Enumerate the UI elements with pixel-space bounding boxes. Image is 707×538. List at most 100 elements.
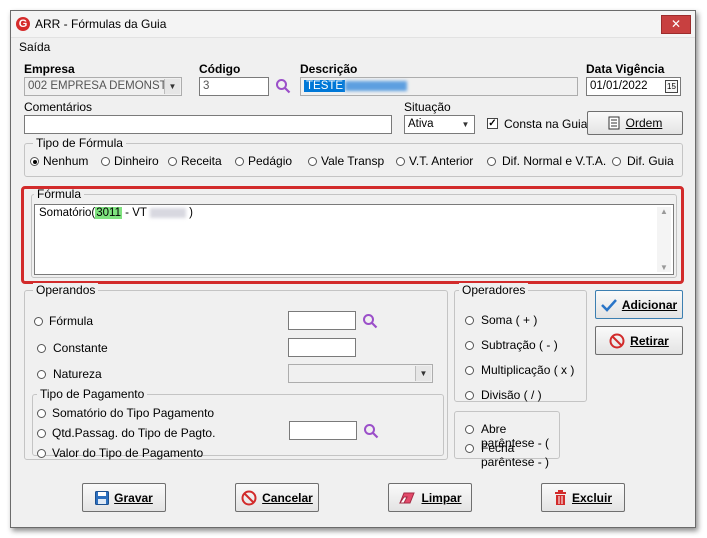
excluir-button[interactable]: Excluir <box>541 483 625 512</box>
operando-constante-input[interactable] <box>288 338 356 357</box>
option-dif-normal[interactable]: Dif. Normal e V.T.A. <box>502 154 606 168</box>
gravar-button[interactable]: Gravar <box>82 483 166 512</box>
data-vigencia-label: Data Vigência <box>586 62 665 76</box>
radio-constante[interactable] <box>37 344 46 353</box>
radio-fecha-parentese[interactable] <box>465 444 474 453</box>
cancel-icon <box>241 490 257 505</box>
ordem-label: Ordem <box>625 116 663 130</box>
save-icon <box>95 490 110 505</box>
operador-subtracao[interactable]: Subtração ( - ) <box>481 338 558 352</box>
consta-label: Consta na Guia <box>504 117 588 131</box>
operador-multiplicacao[interactable]: Multiplicação ( x ) <box>481 363 574 377</box>
codigo-input[interactable]: 3 <box>199 77 269 96</box>
situacao-value: Ativa <box>408 118 434 130</box>
operando-natureza-select[interactable]: ▼ <box>288 364 433 383</box>
trash-icon <box>554 490 566 505</box>
option-pedagio[interactable]: Pedágio <box>248 154 292 168</box>
radio-vt-anterior[interactable] <box>396 157 405 166</box>
app-logo-icon: G <box>16 17 30 31</box>
descricao-value: TESTE <box>304 80 346 92</box>
radio-dif-normal[interactable] <box>487 157 496 166</box>
block-icon <box>609 333 625 348</box>
radio-nenhum[interactable] <box>30 157 39 166</box>
operando-formula-label[interactable]: Fórmula <box>49 314 93 328</box>
radio-natureza[interactable] <box>37 370 46 379</box>
excluir-label: Excluir <box>571 490 613 505</box>
radio-formula[interactable] <box>34 317 43 326</box>
data-vigencia-value: 01/01/2022 <box>590 80 648 92</box>
radio-qtd-passag[interactable] <box>37 429 46 438</box>
option-vt-anterior[interactable]: V.T. Anterior <box>409 154 473 168</box>
radio-divisao[interactable] <box>465 391 474 400</box>
retirar-label: Retirar <box>630 333 669 348</box>
operadores-title: Operadores <box>459 283 529 297</box>
empresa-select[interactable]: 002 EMPRESA DEMONSTR ▼ <box>24 77 182 96</box>
descricao-input[interactable]: TESTE <box>300 77 578 96</box>
gravar-label: Gravar <box>114 490 153 505</box>
option-dinheiro[interactable]: Dinheiro <box>114 154 159 168</box>
chevron-down-icon[interactable]: ▼ <box>164 79 180 94</box>
chevron-down-icon[interactable]: ▼ <box>458 117 473 132</box>
window-title: ARR - Fórmulas da Guia <box>35 17 167 31</box>
operandos-group: Operandos Fórmula Constante Natureza ▼ T… <box>24 283 448 460</box>
data-vigencia-input[interactable]: 01/01/2022 15 <box>586 77 681 96</box>
codigo-label: Código <box>199 62 241 76</box>
chevron-down-icon[interactable]: ▼ <box>415 366 431 381</box>
radio-subtracao[interactable] <box>465 341 474 350</box>
retirar-button[interactable]: Retirar <box>595 326 683 355</box>
operando-formula-input[interactable] <box>288 311 356 330</box>
cancelar-button[interactable]: Cancelar <box>235 483 319 512</box>
radio-vale-transp[interactable] <box>308 157 317 166</box>
tipo-pagamento-group: Tipo de Pagamento Somatório do Tipo Paga… <box>32 387 444 460</box>
document-icon <box>608 116 620 130</box>
limpar-button[interactable]: Limpar <box>388 483 472 512</box>
option-dif-guia[interactable]: Dif. Guia <box>627 154 674 168</box>
redacted-text <box>345 80 408 91</box>
search-icon[interactable] <box>363 423 379 439</box>
tipo-pagamento-input[interactable] <box>289 421 357 440</box>
title-bar: G ARR - Fórmulas da Guia ✕ <box>11 11 695 38</box>
tipo-pagamento-option-2[interactable]: Valor do Tipo de Pagamento <box>52 446 203 460</box>
option-receita[interactable]: Receita <box>181 154 222 168</box>
operador-soma[interactable]: Soma ( + ) <box>481 313 537 327</box>
close-button[interactable]: ✕ <box>661 15 691 34</box>
situacao-select[interactable]: Ativa ▼ <box>404 115 475 134</box>
operando-constante-label[interactable]: Constante <box>53 341 108 355</box>
operadores-group: Operadores Soma ( + ) Subtração ( - ) Mu… <box>454 283 587 402</box>
option-nenhum[interactable]: Nenhum <box>43 154 88 168</box>
menu-item-saida[interactable]: Saída <box>19 40 50 54</box>
tipo-pagamento-title: Tipo de Pagamento <box>37 387 148 401</box>
radio-multiplicacao[interactable] <box>465 366 474 375</box>
search-icon[interactable] <box>275 78 291 94</box>
tipo-pagamento-option-0[interactable]: Somatório do Tipo Pagamento <box>52 406 214 420</box>
option-vale-transp[interactable]: Vale Transp <box>321 154 384 168</box>
operando-natureza-label[interactable]: Natureza <box>53 367 102 381</box>
radio-somatorio-tipo[interactable] <box>37 409 46 418</box>
comentarios-input[interactable] <box>24 115 392 134</box>
radio-abre-parentese[interactable] <box>465 425 474 434</box>
radio-dif-guia[interactable] <box>612 157 621 166</box>
tipo-formula-title: Tipo de Fórmula <box>33 136 126 150</box>
empresa-label: Empresa <box>24 62 75 76</box>
tipo-formula-group: Tipo de Fórmula Nenhum Dinheiro Receita … <box>24 136 683 177</box>
search-icon[interactable] <box>362 313 378 329</box>
operador-divisao[interactable]: Divisão ( / ) <box>481 388 542 402</box>
checkmark-icon <box>600 298 617 312</box>
radio-dinheiro[interactable] <box>101 157 110 166</box>
fecha-parentese-label[interactable]: Fecha parêntese - ) <box>481 441 559 469</box>
tipo-pagamento-option-1[interactable]: Qtd.Passag. do Tipo de Pagto. <box>52 426 215 440</box>
situacao-label: Situação <box>404 100 451 114</box>
adicionar-button[interactable]: Adicionar <box>595 290 683 319</box>
radio-soma[interactable] <box>465 316 474 325</box>
ordem-button[interactable]: Ordem <box>587 111 683 135</box>
radio-valor-tipo[interactable] <box>37 449 46 458</box>
radio-pedagio[interactable] <box>235 157 244 166</box>
consta-checkbox[interactable]: ✓ <box>487 118 498 129</box>
descricao-label: Descrição <box>300 62 358 76</box>
radio-receita[interactable] <box>168 157 177 166</box>
calendar-icon[interactable]: 15 <box>665 80 678 93</box>
formulas-window: G ARR - Fórmulas da Guia ✕ Saída Empresa… <box>10 10 696 528</box>
menu-bar: Saída <box>11 38 695 56</box>
formula-highlight-frame <box>21 186 684 284</box>
limpar-label: Limpar <box>421 490 462 505</box>
